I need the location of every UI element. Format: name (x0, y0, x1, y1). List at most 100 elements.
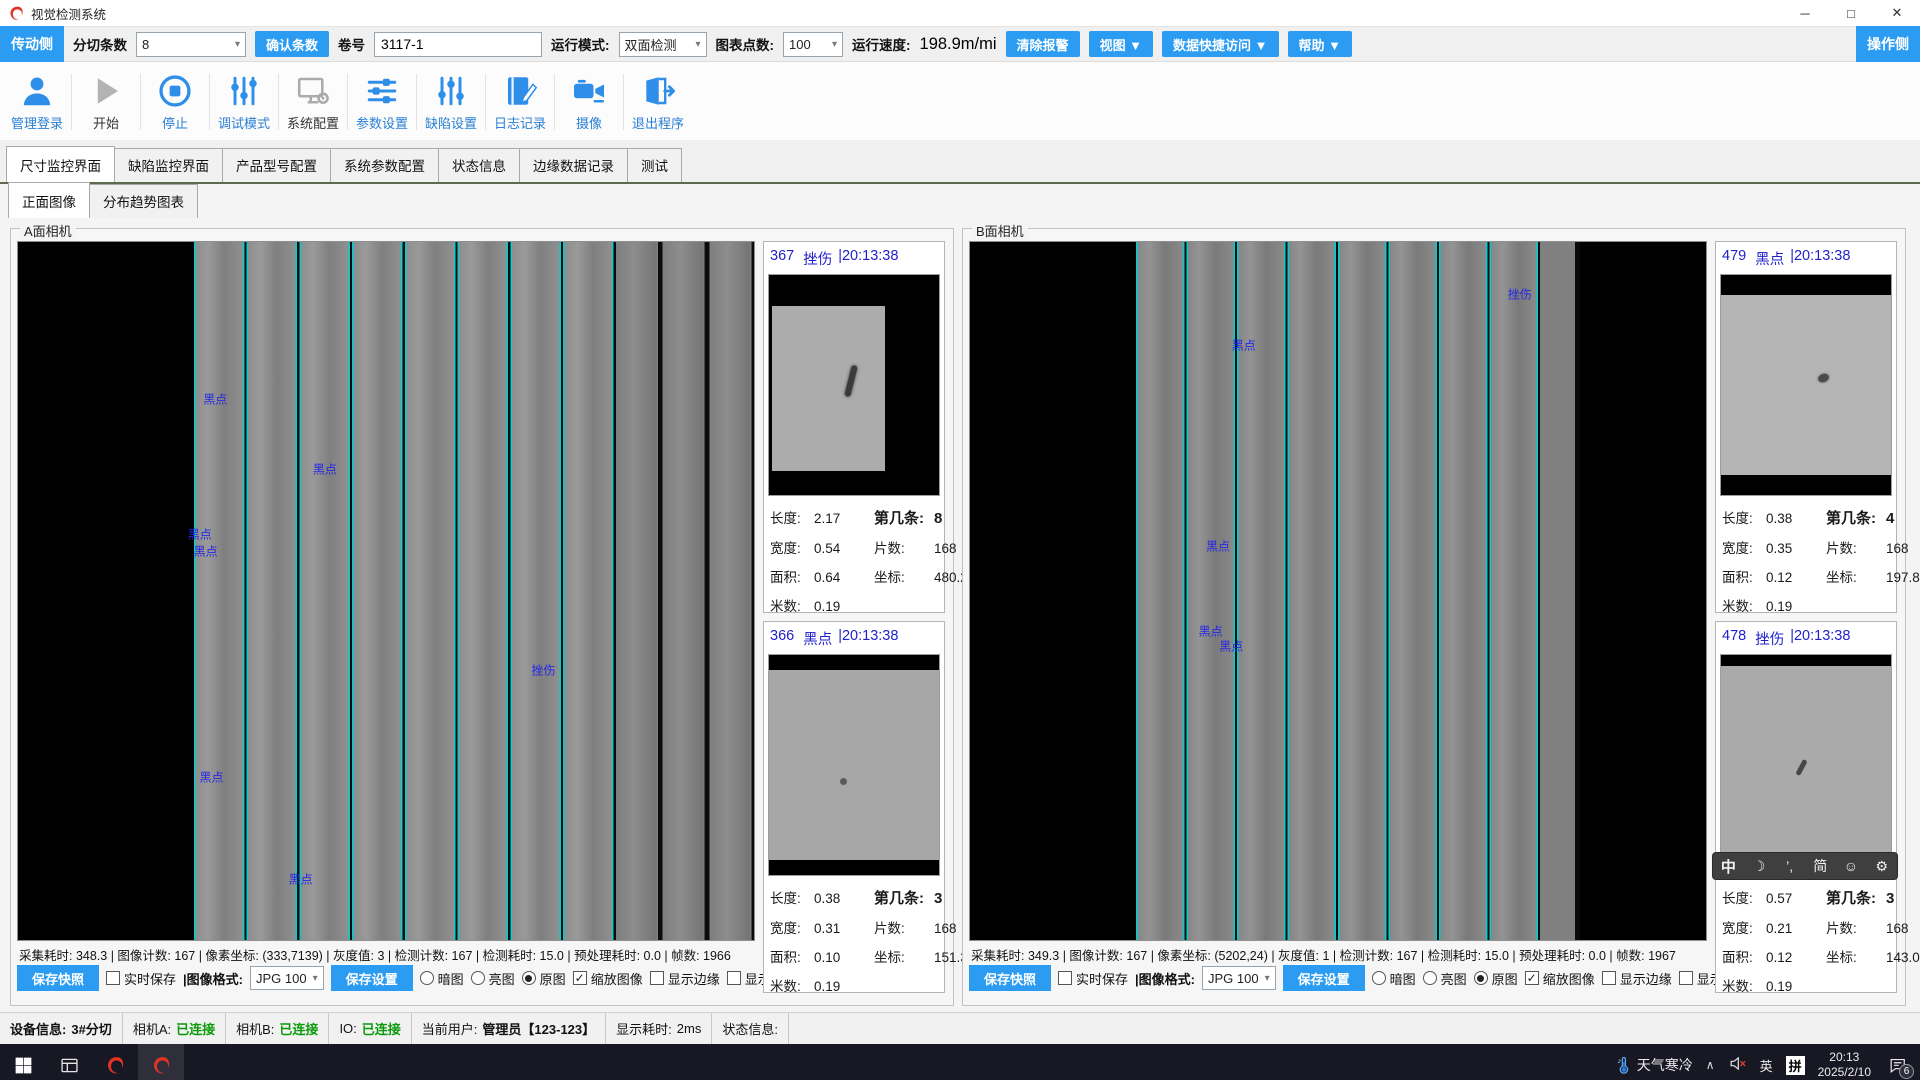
ime-emoji-icon[interactable]: ☺ (1840, 858, 1862, 874)
main-tab-6[interactable]: 测试 (627, 148, 682, 182)
bright-image-radio[interactable]: 亮图 (1423, 969, 1467, 988)
ribbon-item-capture[interactable]: 摄像 (556, 73, 622, 132)
chevron-down-icon: ▾ (313, 973, 318, 984)
camera-a-strips-detected (194, 242, 616, 940)
task-view-icon[interactable] (46, 1044, 92, 1080)
option-label: 缩放图像 (1543, 969, 1595, 988)
defect-annotation: 挫伤 (531, 661, 555, 678)
defect-header: 367挫伤|20:13:38 (768, 244, 940, 274)
ribbon-item-param-settings[interactable]: 参数设置 (349, 73, 415, 132)
show-edge-checkbox[interactable]: 显示边缘 (650, 969, 720, 988)
defect-field: 0.38 (1766, 511, 1826, 526)
original-image-radio[interactable]: 原图 (1474, 969, 1518, 988)
ime-lang-chinese-indicator[interactable]: 中 (1717, 856, 1739, 877)
defect-thumbnail[interactable] (1720, 274, 1892, 496)
ime-moon-icon[interactable]: ☽ (1748, 858, 1770, 875)
top-toolbar: 传动侧 分切条数 8 ▾ 确认条数 卷号 运行模式: 双面检测 ▾ 图表点数: … (0, 26, 1920, 62)
user-icon (19, 73, 56, 110)
minimize-button[interactable]: ─ (1782, 0, 1828, 26)
main-tab-4[interactable]: 状态信息 (438, 148, 520, 182)
weather-text: 天气寒冷 (1637, 1055, 1693, 1075)
realtime-save-checkbox[interactable]: 实时保存 (106, 969, 176, 988)
input-language-indicator[interactable]: 英 (1760, 1056, 1773, 1075)
taskbar-app-icon[interactable] (92, 1044, 138, 1080)
defect-field: 0.38 (814, 891, 874, 906)
checkbox-icon (1525, 971, 1539, 985)
operate-side-button[interactable]: 操作侧 (1856, 26, 1920, 62)
ime-simplified-charset-icon[interactable]: 简 (1809, 856, 1831, 876)
defect-annotation: 黑点 (313, 460, 337, 477)
defect-thumbnail[interactable] (768, 654, 940, 876)
close-button[interactable]: ✕ (1874, 0, 1920, 26)
ime-pinyin-badge[interactable]: 拼 (1786, 1056, 1805, 1075)
volume-muted-icon[interactable] (1728, 1054, 1747, 1076)
tray-chevron-icon[interactable]: ∧ (1706, 1058, 1715, 1072)
view-menu-button[interactable]: 视图 ▼ (1089, 31, 1153, 57)
save-snapshot-button[interactable]: 保存快照 (969, 965, 1051, 991)
scale-image-checkbox[interactable]: 缩放图像 (573, 969, 643, 988)
sub-tab-bar: 正面图像分布趋势图表 (0, 184, 1920, 218)
run-mode-select[interactable]: 双面检测 ▾ (619, 32, 707, 57)
clock[interactable]: 20:13 2025/2/10 (1818, 1050, 1871, 1080)
weather-widget[interactable]: 天气寒冷 (1614, 1055, 1693, 1075)
save-settings-button[interactable]: 保存设置 (1283, 965, 1365, 991)
taskbar-app-icon-active[interactable] (138, 1044, 184, 1080)
bright-image-radio[interactable]: 亮图 (471, 969, 515, 988)
sub-tab-1[interactable]: 分布趋势图表 (89, 184, 198, 218)
image-format-select[interactable]: JPG 100▾ (250, 966, 324, 990)
ribbon-item-debug-mode[interactable]: 调试模式 (211, 73, 277, 132)
chart-points-select[interactable]: 100 ▾ (783, 32, 843, 57)
ribbon-item-system-config[interactable]: 系统配置 (280, 73, 346, 132)
ribbon-item-start[interactable]: 开始 (73, 73, 139, 132)
notification-center-icon[interactable]: 6 (1884, 1052, 1910, 1078)
main-tab-1[interactable]: 缺陷监控界面 (114, 148, 223, 182)
data-quick-access-button[interactable]: 数据快捷访问 ▼ (1162, 31, 1278, 57)
scale-image-checkbox[interactable]: 缩放图像 (1525, 969, 1595, 988)
start-button[interactable] (0, 1044, 46, 1080)
clear-alarm-button[interactable]: 清除报警 (1006, 31, 1080, 57)
run-mode-label: 运行模式: (551, 34, 610, 54)
help-menu-button[interactable]: 帮助 ▼ (1288, 31, 1352, 57)
defect-thumbnail[interactable] (768, 274, 940, 496)
defect-field: 第几条: (874, 887, 934, 908)
ribbon-item-stop[interactable]: 停止 (142, 73, 208, 132)
sub-tab-0[interactable]: 正面图像 (8, 182, 90, 218)
defect-field: 长度: (770, 887, 814, 907)
image-format-select[interactable]: JPG 100▾ (1202, 966, 1276, 990)
roll-number-input[interactable] (374, 32, 542, 57)
defect-field: 168 (1886, 921, 1920, 936)
confirm-count-button[interactable]: 确认条数 (255, 31, 329, 57)
main-tab-2[interactable]: 产品型号配置 (222, 148, 331, 182)
debug-sliders-icon (226, 73, 263, 110)
camera-a-image[interactable]: 黑点黑点黑点黑点挫伤黑点黑点 (17, 241, 755, 941)
defect-type: 挫伤 (803, 248, 832, 269)
dark-image-radio[interactable]: 暗图 (420, 969, 464, 988)
defect-thumbnail[interactable] (1720, 654, 1892, 876)
defect-field: 4 (1886, 510, 1920, 527)
defect-field: 第几条: (1826, 887, 1886, 908)
divider (209, 74, 210, 130)
defect-header: 478挫伤|20:13:38 (1720, 624, 1892, 654)
dark-image-radio[interactable]: 暗图 (1372, 969, 1416, 988)
ime-punctuation-icon[interactable]: ’, (1779, 858, 1801, 874)
save-settings-button[interactable]: 保存设置 (331, 965, 413, 991)
camera-b-image[interactable]: 挫伤黑点黑点黑点黑点 (969, 241, 1707, 941)
option-label: 显示边缘 (668, 969, 720, 988)
save-snapshot-button[interactable]: 保存快照 (17, 965, 99, 991)
defect-field: 第几条: (1826, 507, 1886, 528)
main-tab-5[interactable]: 边缘数据记录 (519, 148, 628, 182)
ribbon-item-log-record[interactable]: 日志记录 (487, 73, 553, 132)
ribbon-item-login[interactable]: 管理登录 (4, 73, 70, 132)
divider (71, 74, 72, 130)
main-tab-0[interactable]: 尺寸监控界面 (6, 146, 115, 182)
ime-settings-gear-icon[interactable]: ⚙ (1871, 858, 1893, 875)
realtime-save-checkbox[interactable]: 实时保存 (1058, 969, 1128, 988)
ribbon-item-exit-program[interactable]: 退出程序 (625, 73, 691, 132)
ribbon-item-defect-settings[interactable]: 缺陷设置 (418, 73, 484, 132)
strip-count-select[interactable]: 8 ▾ (136, 32, 246, 57)
original-image-radio[interactable]: 原图 (522, 969, 566, 988)
drive-side-button[interactable]: 传动侧 (0, 26, 64, 62)
main-tab-3[interactable]: 系统参数配置 (330, 148, 439, 182)
show-edge-checkbox[interactable]: 显示边缘 (1602, 969, 1672, 988)
maximize-button[interactable]: □ (1828, 0, 1874, 26)
